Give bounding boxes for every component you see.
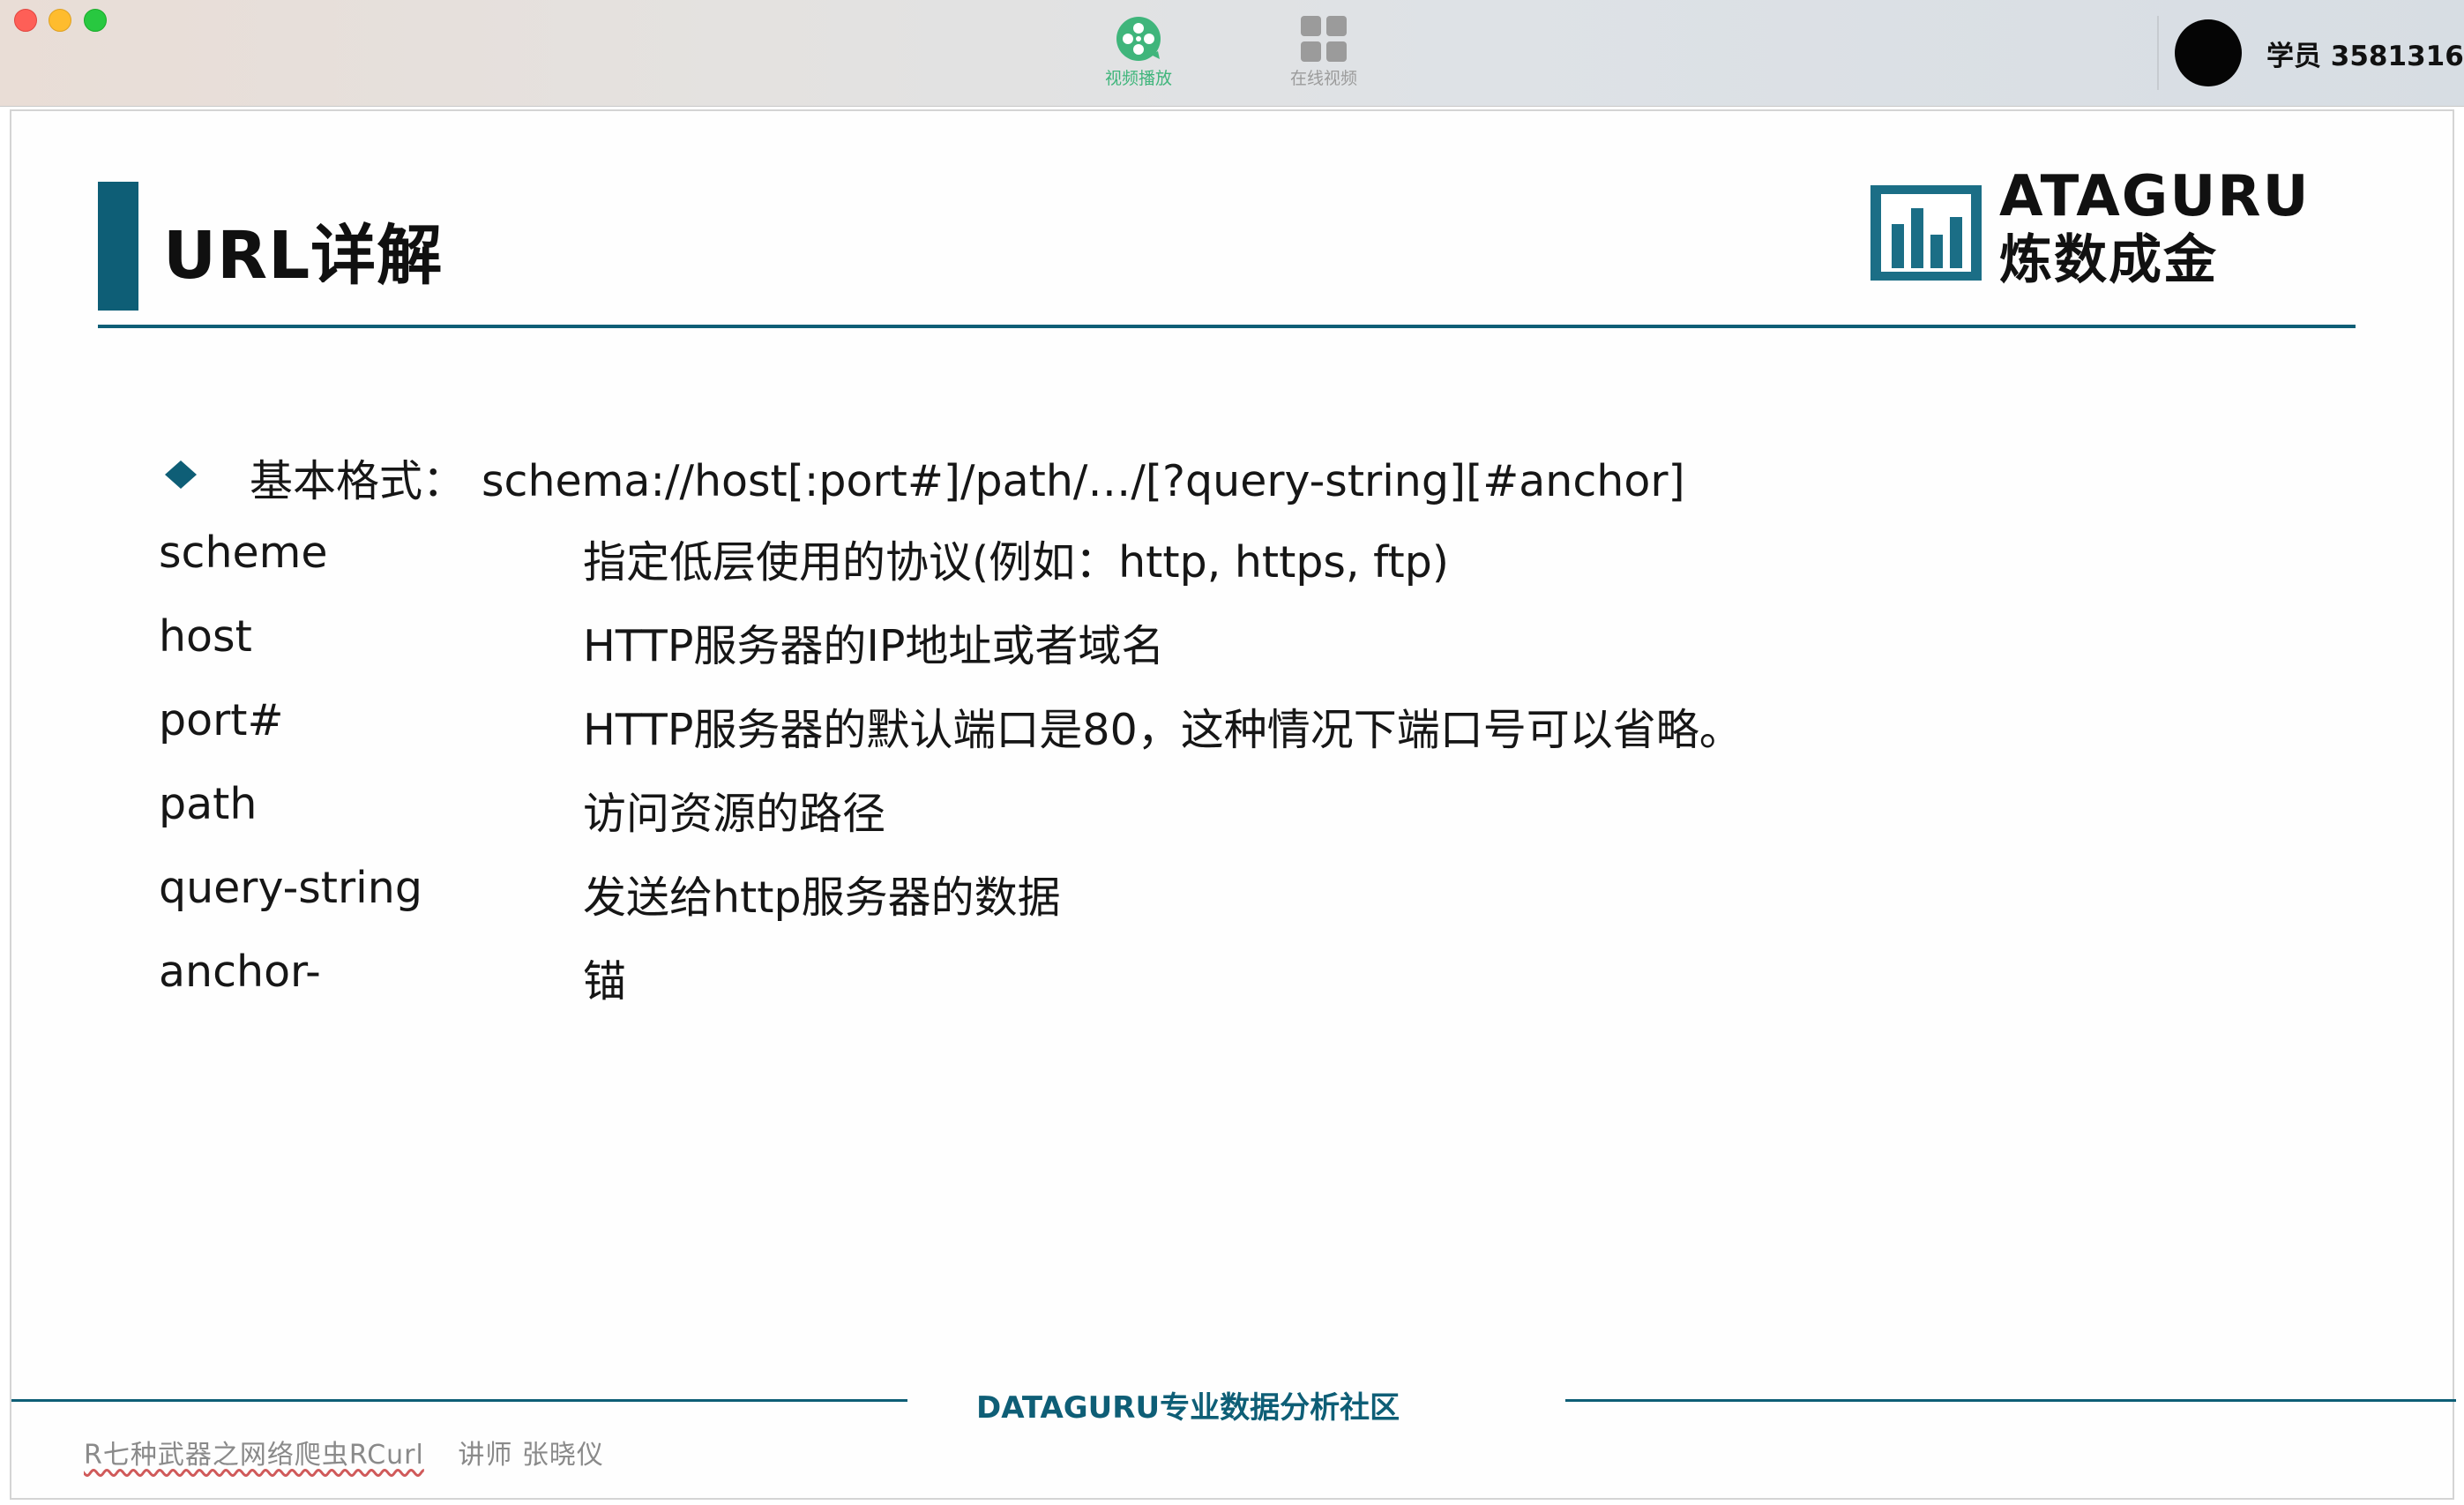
- format-value: schema://host[:port#]/path/…/[?query-str…: [482, 456, 1685, 506]
- desc-host: HTTP服务器的IP地址或者域名: [583, 621, 1165, 671]
- user-name: 学员 3581316: [2266, 41, 2464, 72]
- term-port: port#: [159, 695, 284, 745]
- term-host: host: [159, 611, 252, 662]
- format-label: 基本格式：: [250, 456, 467, 506]
- term-scheme: scheme: [159, 528, 328, 578]
- url-format-line: 基本格式： schema://host[:port#]/path/…/[?quer…: [250, 446, 1685, 509]
- tab-video-playback[interactable]: 视频播放: [1072, 16, 1205, 95]
- titlebar-divider: [2157, 16, 2159, 90]
- tab-label: 在线视频: [1289, 69, 1357, 88]
- slide-title: URL详解: [163, 218, 444, 294]
- close-window-button[interactable]: [14, 9, 37, 32]
- term-anchor: anchor-: [159, 947, 321, 997]
- window-titlebar: 视频播放 在线视频 学员 3581316: [0, 0, 2464, 107]
- footer-lecturer: 讲师 张晓仪: [458, 1440, 604, 1471]
- title-underline: [98, 325, 2356, 328]
- footer-community: DATAGURU专业数据分析社区: [976, 1390, 1400, 1426]
- film-reel-icon: [1116, 17, 1161, 61]
- grid-icon: [1301, 16, 1347, 62]
- presentation-slide: URL详解 ATAGURU 炼数成金 基本格式： schema://host[:p…: [10, 109, 2456, 1500]
- logo-text-cn: 炼数成金: [1999, 229, 2218, 291]
- logo-bar-chart-icon: [1870, 185, 1982, 281]
- desc-query-string: 发送给http服务器的数据: [583, 872, 1061, 923]
- dataguru-logo: ATAGURU 炼数成金: [1870, 164, 2364, 291]
- title-accent-bar: [98, 182, 138, 311]
- footer-rule-left: [11, 1399, 907, 1402]
- tab-online-video[interactable]: 在线视频: [1258, 16, 1390, 95]
- footer-course-info: R七种武器之网络爬虫RCurl 讲师 张晓仪: [84, 1433, 604, 1471]
- desc-path: 访问资源的路径: [583, 789, 886, 839]
- term-query-string: query-string: [159, 863, 422, 913]
- desc-scheme: 指定低层使用的协议(例如：http, https, ftp): [583, 537, 1449, 588]
- zoom-window-button[interactable]: [84, 9, 107, 32]
- term-path: path: [159, 779, 258, 829]
- diamond-bullet-icon: [165, 460, 197, 489]
- footer-rule-right: [1565, 1399, 2456, 1402]
- desc-port: HTTP服务器的默认端口是80，这种情况下端口号可以省略。: [583, 705, 1743, 755]
- footer-course-title: R七种武器之网络爬虫RCurl: [84, 1440, 424, 1471]
- desc-anchor: 锚: [583, 956, 627, 1007]
- avatar[interactable]: [2175, 19, 2242, 86]
- tab-label: 视频播放: [1104, 69, 1172, 88]
- minimize-window-button[interactable]: [49, 9, 71, 32]
